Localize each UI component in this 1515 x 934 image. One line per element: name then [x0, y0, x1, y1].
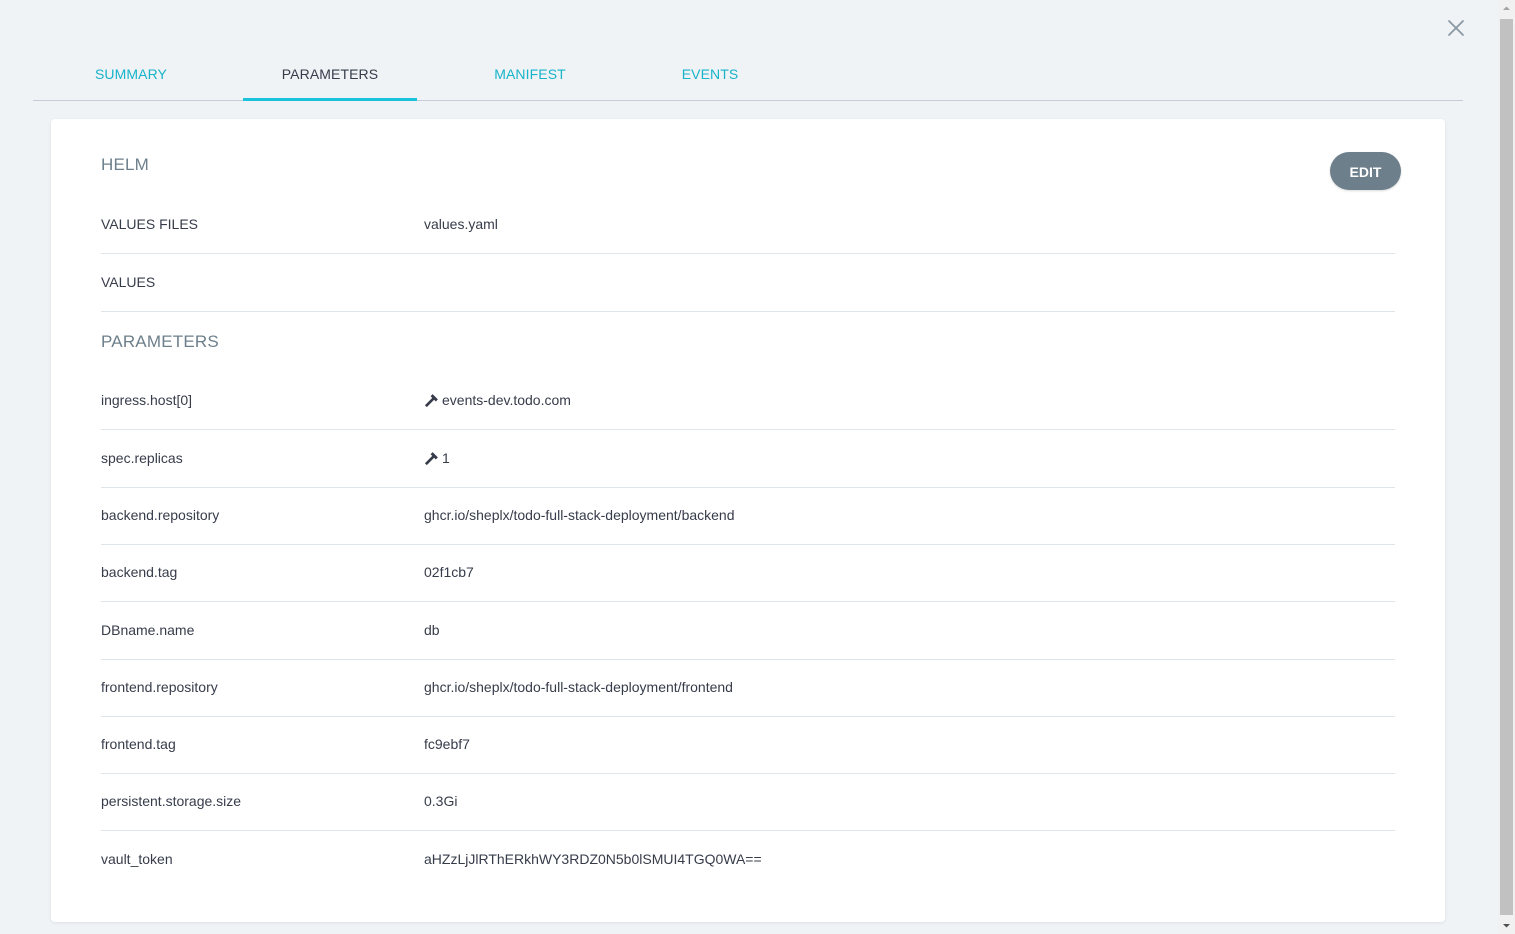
parameter-row: spec.replicas 1: [101, 430, 1395, 488]
hammer-icon: [424, 393, 439, 408]
row-key: VALUES FILES: [101, 216, 199, 232]
parameters-card: EDIT HELM VALUES FILES values.yaml VALUE…: [51, 119, 1445, 922]
parameter-row: backend.tag 02f1cb7: [101, 544, 1395, 602]
parameter-value: 1: [424, 430, 450, 487]
parameter-row: ingress.host[0] events-dev.todo.com: [101, 372, 1395, 430]
parameter-key: frontend.tag: [101, 736, 176, 752]
parameter-value: events-dev.todo.com: [424, 372, 571, 429]
parameter-value: aHZzLjJlRThERkhWY3RDZ0N5b0lSMUI4TGQ0WA==: [424, 851, 762, 867]
tab-bar: SUMMARY PARAMETERS MANIFEST EVENTS: [33, 0, 1463, 101]
parameter-row: vault_token aHZzLjJlRThERkhWY3RDZ0N5b0lS…: [101, 831, 1395, 888]
parameter-value: 0.3Gi: [424, 793, 458, 809]
scrollbar-thumb[interactable]: [1500, 19, 1513, 915]
parameter-value: fc9ebf7: [424, 736, 470, 752]
parameter-value-text: events-dev.todo.com: [442, 392, 571, 408]
parameter-key: frontend.repository: [101, 679, 218, 695]
parameter-value: 02f1cb7: [424, 564, 474, 580]
parameter-key: vault_token: [101, 851, 173, 867]
row-key: VALUES: [101, 274, 156, 290]
parameter-key: persistent.storage.size: [101, 793, 242, 809]
parameter-row: persistent.storage.size 0.3Gi: [101, 773, 1395, 831]
parameter-key: spec.replicas: [101, 450, 183, 466]
parameters-section-title: PARAMETERS: [101, 332, 219, 351]
parameter-row: backend.repository ghcr.io/sheplx/todo-f…: [101, 487, 1395, 545]
scroll-up-icon[interactable]: [1498, 0, 1515, 17]
parameter-row: frontend.repository ghcr.io/sheplx/todo-…: [101, 659, 1395, 717]
edit-button[interactable]: EDIT: [1330, 152, 1401, 190]
helm-row-values: VALUES: [101, 254, 1395, 312]
helm-section-title: HELM: [101, 155, 150, 174]
parameter-row: DBname.name db: [101, 602, 1395, 660]
parameter-key: ingress.host[0]: [101, 392, 193, 408]
tab-events[interactable]: EVENTS: [663, 66, 757, 100]
helm-row-values-files: VALUES FILES values.yaml: [101, 196, 1395, 254]
parameter-key: backend.tag: [101, 564, 178, 580]
tab-parameters[interactable]: PARAMETERS: [243, 66, 417, 101]
parameter-row: frontend.tag fc9ebf7: [101, 716, 1395, 774]
parameter-value-text: 1: [442, 450, 450, 466]
parameter-key: backend.repository: [101, 507, 220, 523]
application-details-panel: SUMMARY PARAMETERS MANIFEST EVENTS EDIT …: [0, 0, 1515, 934]
row-value: values.yaml: [424, 216, 498, 232]
parameter-value: ghcr.io/sheplx/todo-full-stack-deploymen…: [424, 679, 733, 695]
tab-manifest[interactable]: MANIFEST: [473, 66, 587, 100]
hammer-icon: [424, 451, 439, 466]
parameter-value: ghcr.io/sheplx/todo-full-stack-deploymen…: [424, 507, 735, 523]
parameter-key: DBname.name: [101, 622, 195, 638]
vertical-scrollbar[interactable]: [1498, 0, 1515, 934]
parameter-value: db: [424, 622, 440, 638]
scroll-down-icon[interactable]: [1498, 917, 1515, 934]
tab-summary[interactable]: SUMMARY: [77, 66, 185, 100]
